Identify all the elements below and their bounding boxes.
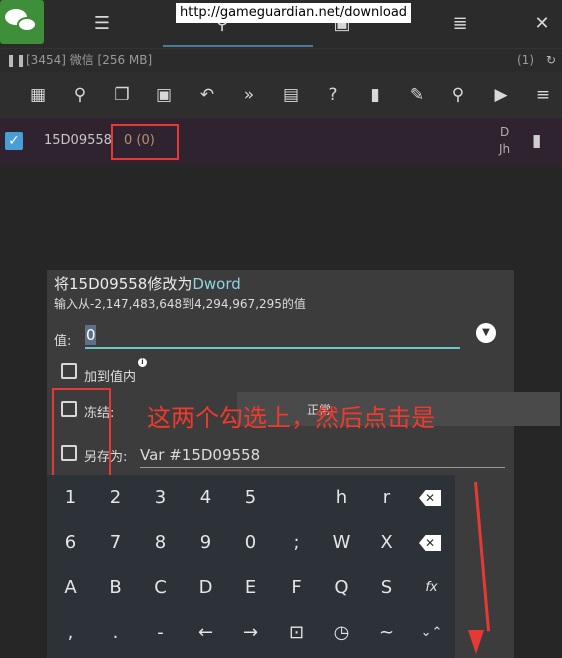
empty-area [0, 166, 562, 270]
key[interactable]: F [274, 565, 319, 610]
copy-icon[interactable]: ❐ [110, 84, 134, 106]
edit-icon[interactable]: ✎ [405, 84, 429, 106]
dialog-title-prefix: 将15D09558修改为 [54, 275, 193, 293]
save-icon[interactable]: ▤ [279, 84, 303, 106]
search-address-icon[interactable]: ⚲ [68, 84, 92, 106]
key[interactable]: 0 [228, 520, 273, 565]
row-type-line2: Jh [499, 142, 511, 156]
dialog-title-type: Dword [192, 275, 241, 293]
fast-forward-icon[interactable]: » [237, 84, 261, 106]
top-bar: ☰ ⚲ ▣ ≣ ✕ http://gameguardian.net/downlo… [0, 0, 562, 48]
value-highlight-box [111, 124, 179, 160]
menu-icon[interactable]: ≡ [531, 84, 555, 106]
process-info[interactable]: [3454] 微信 [256 MB] [26, 49, 152, 71]
close-icon[interactable]: ✕ [530, 12, 554, 36]
result-count: (1) [517, 53, 534, 67]
screen: ☰ ⚲ ▣ ≣ ✕ http://gameguardian.net/downlo… [0, 0, 562, 658]
key[interactable]: 3 [138, 475, 183, 520]
checkbox-highlight-box [52, 388, 111, 477]
info-icon[interactable]: i [138, 358, 147, 367]
key[interactable]: 5 [228, 475, 273, 520]
dialog-title: 将15D09558修改为Dword [54, 273, 241, 294]
active-tab-indicator [163, 45, 313, 47]
row-checkbox[interactable]: ✓ [5, 132, 23, 150]
undo-icon[interactable]: ↶ [195, 84, 219, 106]
key[interactable]: E [228, 565, 273, 610]
select-frame-icon[interactable]: ▣ [152, 84, 176, 106]
result-row[interactable]: ✓ 15D09558 0 (0) D Jh ▮ [0, 118, 562, 166]
row-delete-icon[interactable]: ▮ [532, 131, 541, 151]
row-type-line1: D [499, 125, 510, 139]
add-to-value-label: 加到值内 [84, 370, 137, 385]
key-fx[interactable]: fx [409, 565, 454, 610]
process-status-bar: ❚❚ [3454] 微信 [256 MB] (1) ↻ [0, 48, 562, 72]
key[interactable]: r [364, 475, 409, 520]
key[interactable]: 9 [183, 520, 228, 565]
wechat-app-icon[interactable] [0, 0, 44, 44]
select-key-icon[interactable]: ⊡ [274, 610, 319, 655]
key[interactable]: 1 [48, 475, 93, 520]
numeric-keyboard: 1 2 3 4 5 h r ✕ 6 7 8 9 0 ; W X ✕ A B C … [47, 475, 455, 658]
instruction-annotation: 这两个勾选上，然后点击是 [147, 404, 435, 432]
key[interactable]: 8 [138, 520, 183, 565]
collapse-keyboard-icon[interactable]: ⌄⌃ [409, 610, 454, 655]
list-menu-icon[interactable]: ≣ [448, 12, 472, 36]
search-help-icon[interactable]: ? [321, 84, 345, 106]
key[interactable]: . [93, 610, 138, 655]
arrow-right-key[interactable]: → [228, 610, 273, 655]
delete-icon[interactable]: ▮ [363, 84, 387, 106]
key[interactable]: D [183, 565, 228, 610]
key[interactable]: 4 [183, 475, 228, 520]
action-toolbar: ▦ ⚲ ❐ ▣ ↶ » ▤ ? ▮ ✎ ⚲ ▶ ≡ [0, 72, 562, 118]
key[interactable]: ~ [364, 610, 409, 655]
url-banner: http://gameguardian.net/download [176, 3, 412, 23]
arrow-left-key[interactable]: ← [183, 610, 228, 655]
key[interactable]: W [319, 520, 364, 565]
key[interactable]: - [138, 610, 183, 655]
key[interactable]: Q [319, 565, 364, 610]
key[interactable]: 6 [48, 520, 93, 565]
dialog-subtitle: 输入从-2,147,483,648到4,294,967,295的值 [54, 297, 306, 311]
history-key-icon[interactable]: ◷ [319, 610, 364, 655]
chevron-down-icon[interactable]: ▼ [476, 323, 496, 343]
refresh-icon[interactable]: ↻ [546, 49, 556, 71]
backspace-icon[interactable]: ✕ [419, 490, 441, 506]
key[interactable]: B [93, 565, 138, 610]
clear-icon[interactable]: ✕ [419, 535, 441, 551]
pause-icon[interactable]: ❚❚ [6, 49, 26, 71]
annotation-arrow-head [468, 630, 484, 654]
key[interactable]: 2 [93, 475, 138, 520]
add-to-value-checkbox[interactable] [61, 363, 77, 379]
key[interactable]: X [364, 520, 409, 565]
key[interactable]: S [364, 565, 409, 610]
play-icon[interactable]: ▶ [489, 84, 513, 106]
key[interactable]: , [48, 610, 93, 655]
key[interactable]: h [319, 475, 364, 520]
settings-sliders-icon[interactable]: ☰ [90, 12, 114, 36]
value-input[interactable] [85, 323, 460, 349]
search-icon[interactable]: ⚲ [446, 84, 470, 106]
save-as-input[interactable] [140, 442, 505, 468]
row-address: 15D09558 [44, 133, 112, 148]
key[interactable]: ; [274, 520, 319, 565]
value-label: 值: [54, 334, 72, 349]
key[interactable]: A [48, 565, 93, 610]
row-type: D Jh [499, 124, 510, 158]
select-all-icon[interactable]: ▦ [26, 84, 50, 106]
key[interactable]: C [138, 565, 183, 610]
key[interactable]: 7 [93, 520, 138, 565]
